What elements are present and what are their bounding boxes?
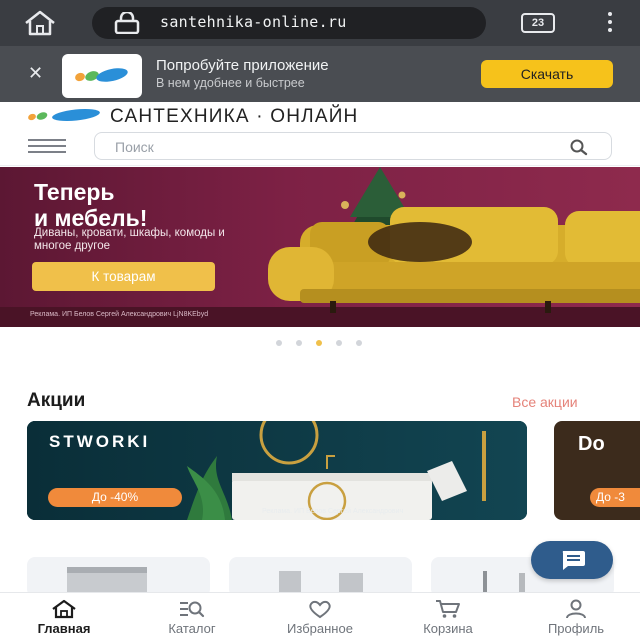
nav-cart-label: Корзина [423,621,473,636]
address-bar[interactable]: santehnika-online.ru [92,7,486,39]
app-banner-subtitle: В нем удобнее и быстрее [156,76,305,90]
hero-description: Диваны, кровати, шкафы, комоды и многое … [34,227,225,252]
search-input[interactable] [115,138,545,156]
home-icon [52,599,76,619]
home-icon[interactable] [22,9,58,37]
more-vert-icon[interactable] [606,12,614,34]
carousel-dots[interactable] [276,333,376,346]
download-app-button[interactable]: Скачать [481,60,613,88]
carousel-dot[interactable] [336,340,342,346]
nav-favorites-label: Избранное [287,621,353,636]
to-products-button[interactable]: К товарам [32,262,215,291]
promo-discount-badge-second: До -3 [590,488,640,507]
hero-title: Теперь и мебель! [34,179,147,231]
url-text: santehnika-online.ru [160,13,347,31]
nav-catalog-label: Каталог [168,621,216,636]
browser-toolbar: santehnika-online.ru 23 [0,0,640,46]
nav-home[interactable]: Главная [0,593,128,640]
nav-favorites[interactable]: Избранное [256,593,384,640]
all-promotions-link[interactable]: Все акции [512,394,578,410]
promo-ad-note: Реклама. ИП Белов Сергей Александрович [262,508,404,515]
search-bar-row [0,130,640,166]
nav-profile-label: Профиль [547,621,605,636]
promo-card-stworki[interactable]: STWORKI До -40% Реклама. ИП Белов Сергей… [27,421,527,520]
hero-title-line1: Теперь [34,179,115,205]
app-banner-title: Попробуйте приложение [156,57,329,74]
user-icon [566,599,586,619]
carousel-dot[interactable] [356,340,362,346]
promo-card-second[interactable]: Do До -3 [554,421,640,520]
search-box[interactable] [94,132,612,160]
lock-icon [114,12,140,34]
brand-name[interactable]: САНТЕХНИКА · ОНЛАЙН [110,106,358,128]
carousel-dot[interactable] [276,340,282,346]
chat-button[interactable] [531,541,613,579]
app-logo [62,54,142,98]
promo-brand-stworki: STWORKI [49,432,151,451]
catalog-search-icon [180,601,205,618]
site-header: САНТЕХНИКА · ОНЛАЙН [0,102,640,130]
product-card[interactable] [27,557,210,597]
nav-catalog[interactable]: Каталог [128,593,256,640]
heart-icon [309,600,331,619]
product-image [67,567,147,597]
close-icon[interactable]: ✕ [28,62,43,84]
cart-icon [436,600,460,618]
product-card[interactable] [229,557,412,597]
app-logo-icon [75,68,128,82]
tab-switcher-button[interactable]: 23 [521,13,555,33]
product-image [279,571,363,597]
hero-banner[interactable]: Теперь и мебель! Диваны, кровати, шкафы,… [0,167,640,327]
search-icon[interactable] [569,138,589,156]
nav-home-label: Главная [37,621,91,636]
promo-brand-second: Do [578,433,605,455]
menu-icon[interactable] [28,139,66,153]
nav-cart[interactable]: Корзина [384,593,512,640]
app-install-banner: ✕ Попробуйте приложение В нем удобнее и … [0,46,640,102]
chat-icon [562,551,585,570]
carousel-dot-active[interactable] [316,340,322,346]
carousel-dot[interactable] [296,340,302,346]
hero-ad-note: Реклама. ИП Белов Сергей Александрович L… [30,311,209,318]
bottom-navigation: Главная Каталог Избранное Корзина Профил… [0,592,640,640]
nav-profile[interactable]: Профиль [512,593,640,640]
promo-discount-badge: До -40% [48,488,182,507]
promotions-title: Акции [27,390,86,411]
site-logo-icon[interactable] [26,108,102,124]
